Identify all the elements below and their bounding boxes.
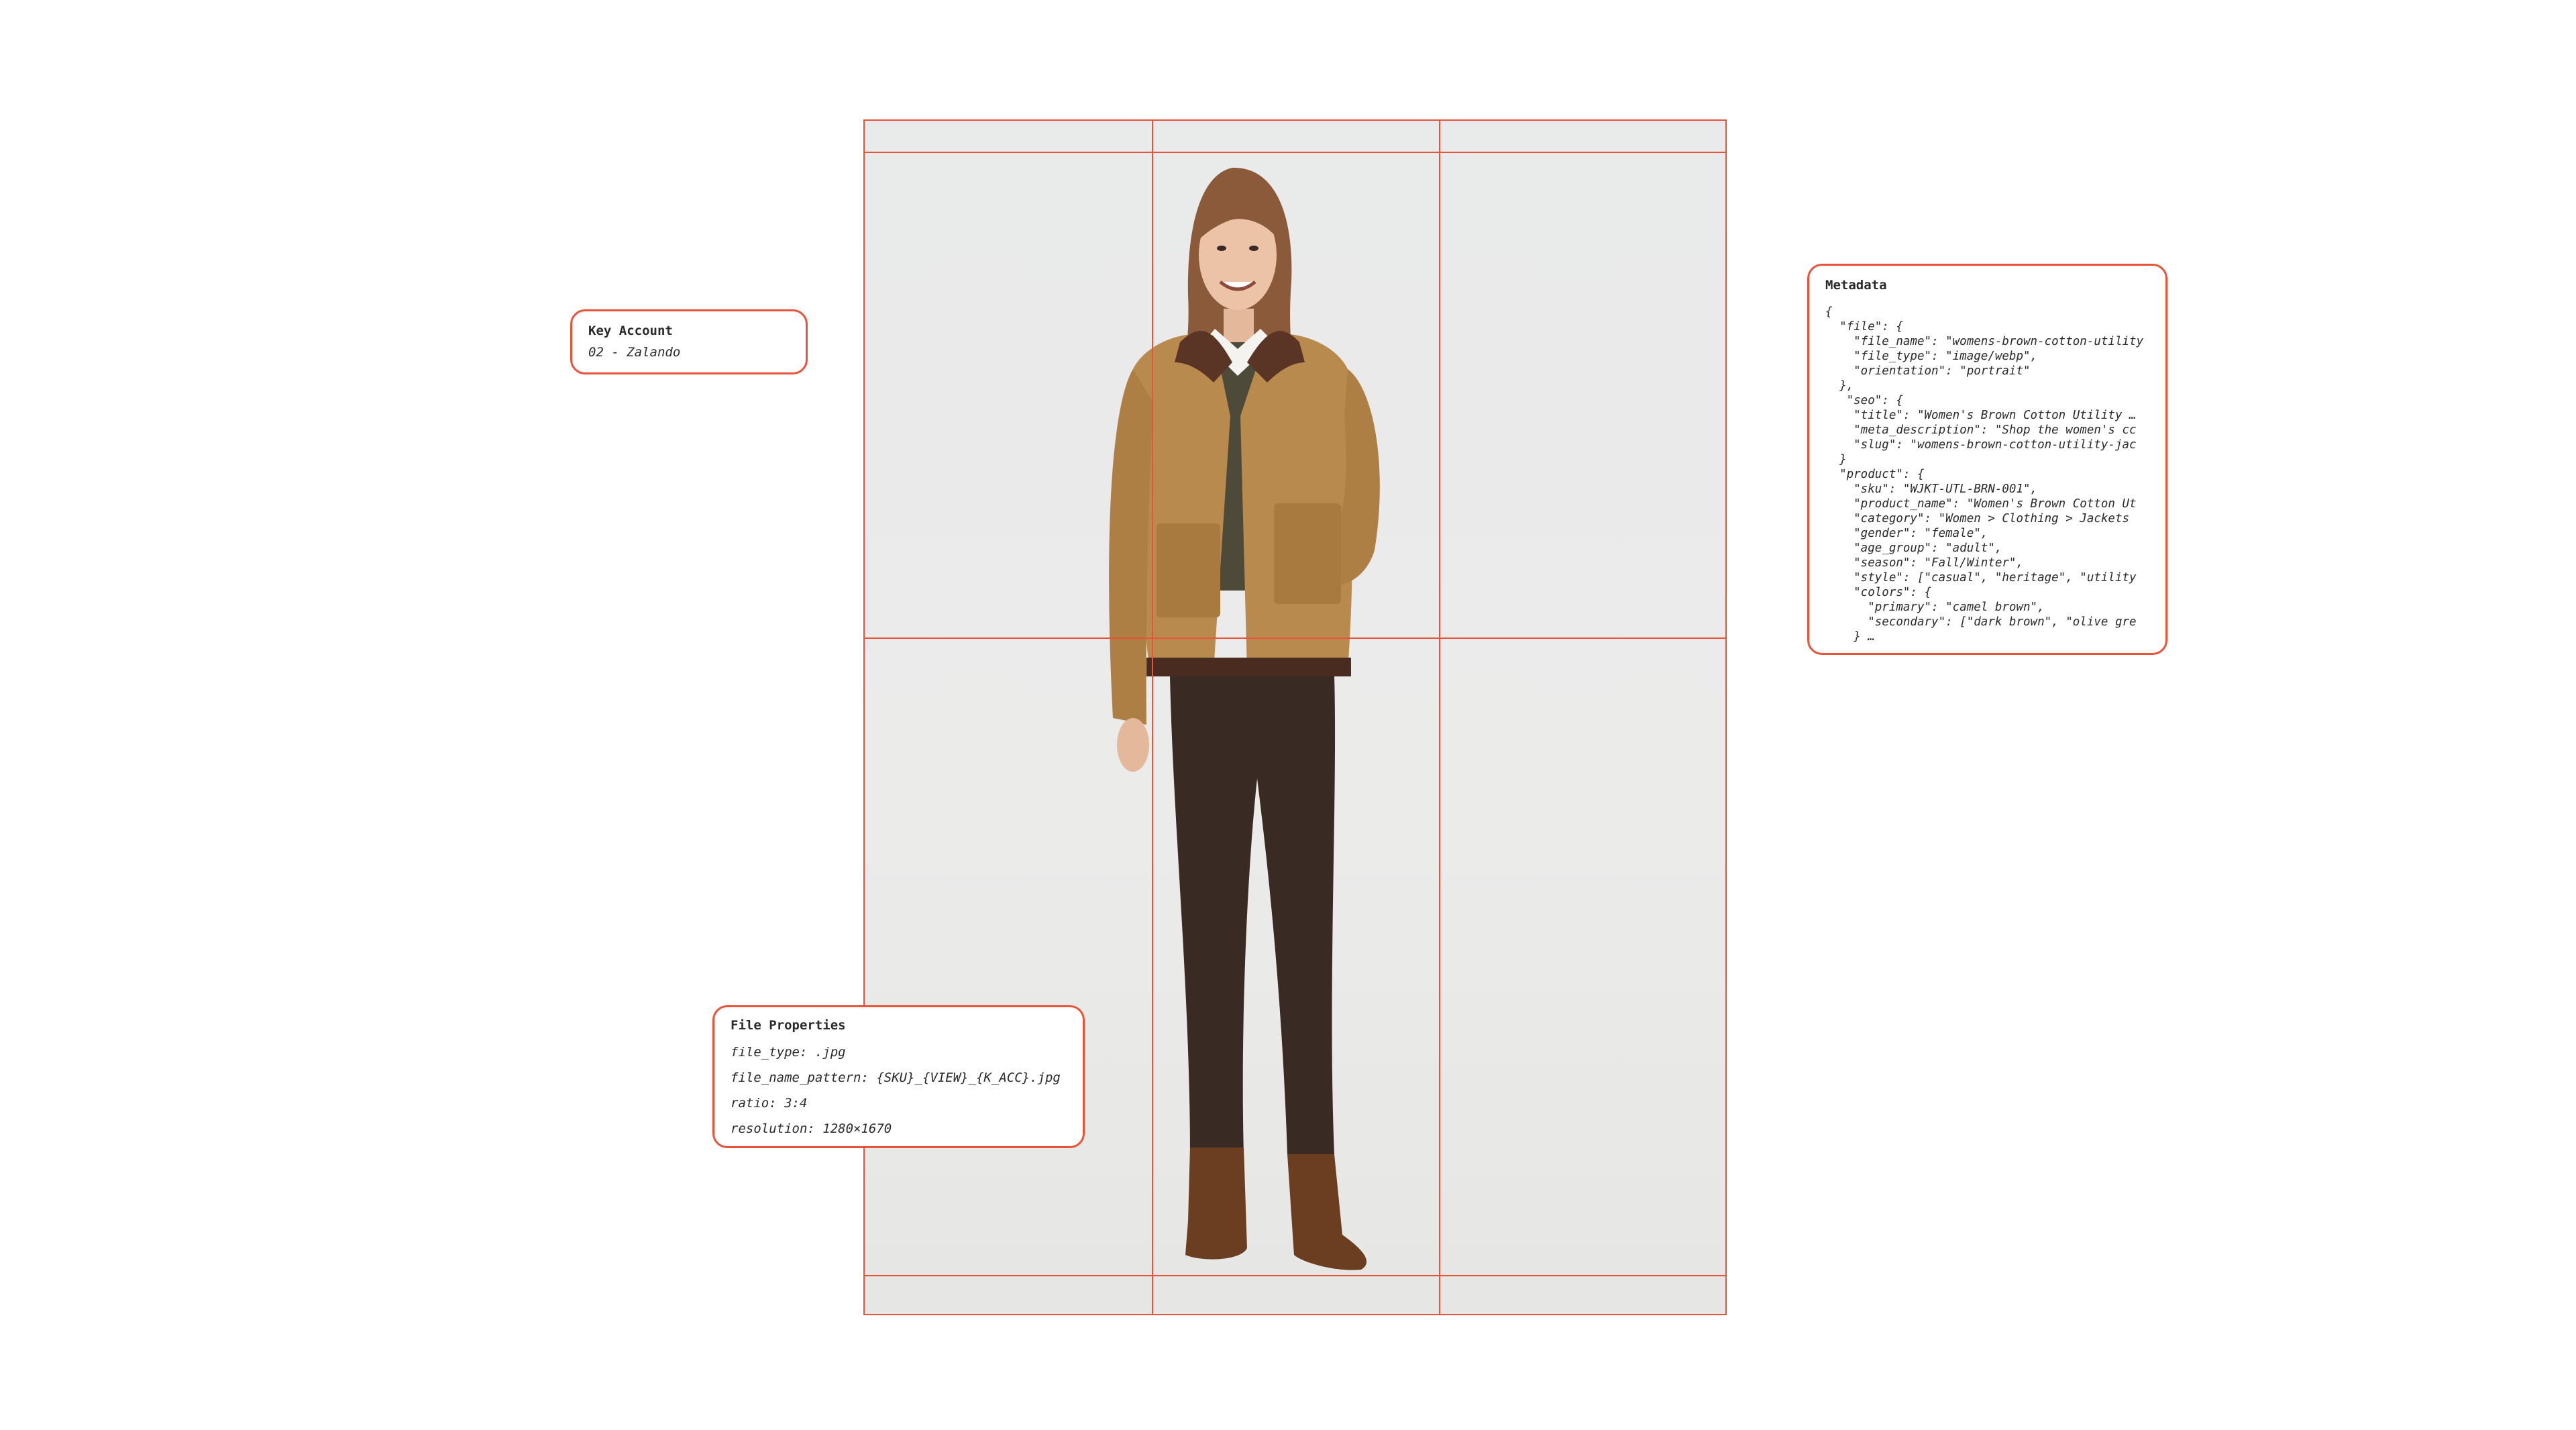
metadata-line: "meta_description": "Shop the women's cc [1825, 423, 2137, 437]
key-account-value: 02 - Zalando [588, 345, 681, 360]
metadata-line: { [1825, 305, 1833, 319]
metadata-line: "age_group": "adult", [1825, 542, 2002, 555]
file-name-pattern-line: file_name_pattern: {SKU}_{VIEW}_{K_ACC}.… [731, 1070, 1061, 1085]
metadata-line: "primary": "camel brown", [1825, 601, 2045, 614]
metadata-line: "colors": { [1825, 586, 1932, 599]
metadata-line: "season": "Fall/Winter", [1825, 556, 2024, 570]
guide-line-horizontal [865, 152, 1725, 153]
metadata-line: "slug": "womens-brown-cotton-utility-jac [1825, 438, 2137, 452]
guide-line-vertical [1152, 121, 1153, 1314]
key-account-title: Key Account [588, 323, 673, 338]
metadata-line: "product_name": "Women's Brown Cotton Ut [1825, 497, 2137, 511]
guide-line-horizontal [865, 637, 1725, 639]
metadata-line: "file_type": "image/webp", [1825, 350, 2038, 363]
file-properties-title: File Properties [731, 1018, 846, 1033]
metadata-card[interactable]: Metadata { "file": { "file_name": "women… [1807, 264, 2167, 655]
metadata-line: "file_name": "womens-brown-cotton-utilit… [1825, 335, 2144, 348]
file-type-line: file_type: .jpg [731, 1045, 846, 1060]
metadata-line: } … [1825, 630, 1875, 644]
guide-line-vertical [1439, 121, 1440, 1314]
metadata-line: }, [1825, 379, 1854, 393]
metadata-line: "product": { [1825, 468, 1925, 481]
guide-line-horizontal [865, 1275, 1725, 1276]
metadata-line: "secondary": ["dark brown", "olive gre [1825, 615, 2137, 629]
metadata-line: } [1825, 453, 1847, 466]
resolution-line: resolution: 1280×1670 [731, 1121, 892, 1136]
metadata-line: "file": { [1825, 320, 1903, 334]
metadata-line: "title": "Women's Brown Cotton Utility … [1825, 409, 2137, 422]
file-properties-card[interactable]: File Properties file_type: .jpg file_nam… [712, 1005, 1085, 1148]
metadata-json: { "file": { "file_name": "womens-brown-c… [1825, 305, 2154, 644]
ratio-line: ratio: 3:4 [731, 1096, 808, 1111]
metadata-line: "style": ["casual", "heritage", "utility [1825, 571, 2137, 584]
metadata-line: "category": "Women > Clothing > Jackets [1825, 512, 2130, 525]
metadata-line: "orientation": "portrait" [1825, 364, 2031, 378]
key-account-card[interactable]: Key Account 02 - Zalando [570, 309, 808, 374]
metadata-line: "gender": "female", [1825, 527, 1988, 540]
metadata-line: "sku": "WJKT-UTL-BRN-001", [1825, 482, 2038, 496]
metadata-title: Metadata [1825, 278, 1887, 293]
metadata-line: "seo": { [1825, 394, 1903, 407]
